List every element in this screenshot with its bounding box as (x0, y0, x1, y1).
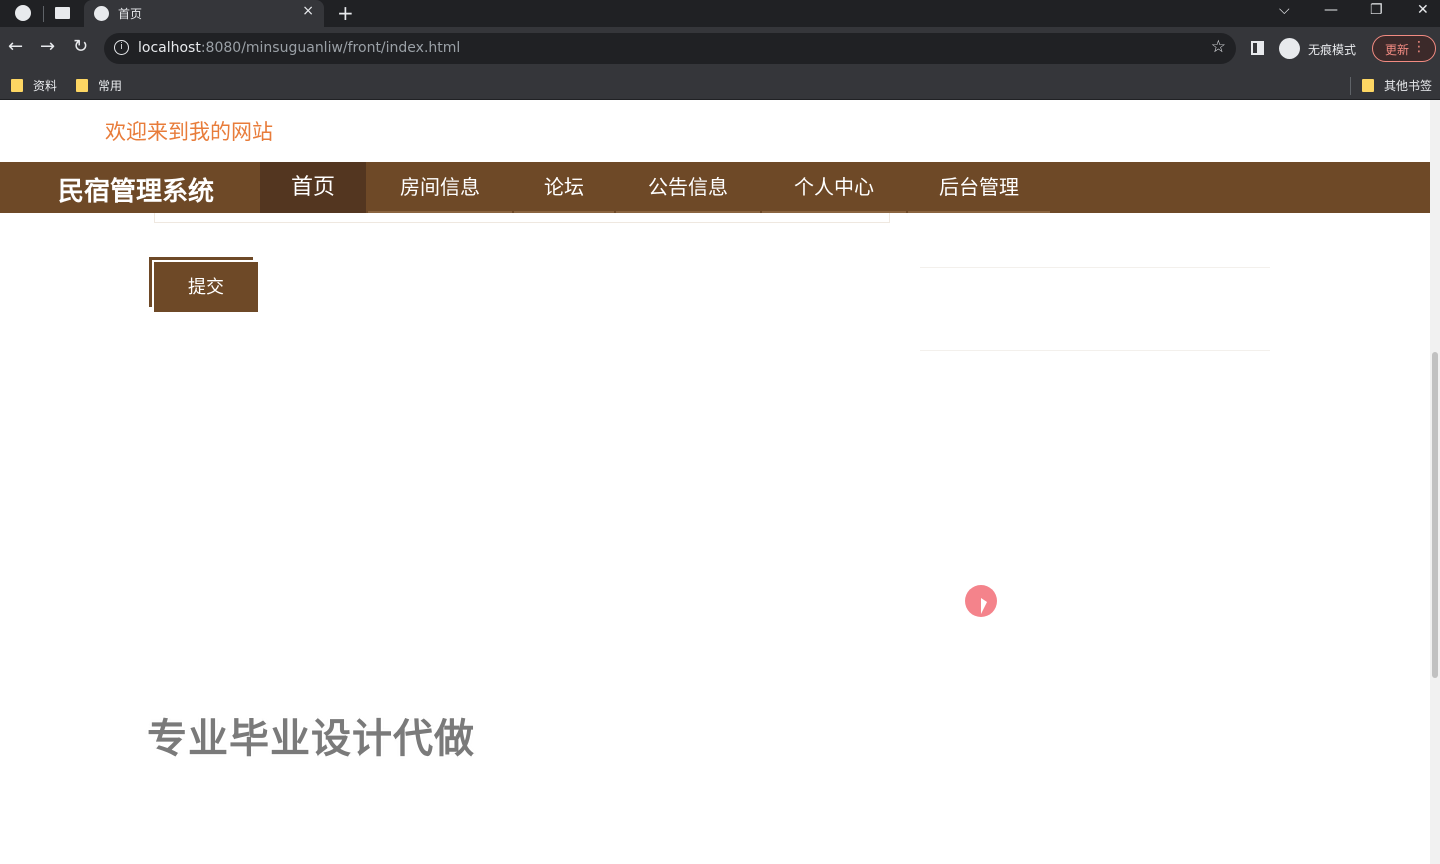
bookmarks-divider (1350, 77, 1351, 95)
bookmark-label: 其他书签 (1384, 79, 1433, 93)
folder-icon (11, 79, 23, 92)
folder-icon (1362, 79, 1374, 92)
page-viewport: 欢迎来到我的网站 民宿管理系统 首页 房间信息 论坛 公告信息 个人中心 后台管… (0, 100, 1440, 864)
nav-item-admin[interactable]: 后台管理 (908, 162, 1050, 213)
globe-icon[interactable] (15, 5, 31, 21)
incognito-label[interactable]: 无痕模式 (1308, 41, 1356, 58)
nav-item-profile[interactable]: 个人中心 (762, 162, 906, 213)
folder-icon (76, 79, 88, 92)
bookmark-label: 常用 (98, 79, 123, 93)
submit-button[interactable]: 提交 (154, 262, 258, 312)
restore-icon[interactable]: ❐ (1370, 2, 1383, 18)
forward-arrow-icon[interactable]: → (40, 36, 55, 57)
text-input-bottom-edge[interactable] (154, 213, 890, 223)
nav-item-home[interactable]: 首页 (260, 162, 366, 213)
site-brand[interactable]: 民宿管理系统 (58, 171, 214, 208)
divider-line (920, 267, 1270, 268)
menu-dots-icon: ⋮ (1412, 39, 1426, 55)
scrollbar-thumb[interactable] (1432, 352, 1438, 678)
tab-icon[interactable] (55, 7, 70, 19)
address-bar[interactable]: i localhost:8080/minsuguanliw/front/inde… (104, 33, 1236, 64)
active-tab[interactable]: 首页 × (84, 0, 324, 27)
info-icon[interactable]: i (114, 40, 129, 55)
incognito-icon[interactable] (1279, 38, 1300, 59)
minimize-icon[interactable]: — (1324, 2, 1338, 18)
browser-tab-strip: 首页 × + ⌵ — ❐ ✕ (0, 0, 1440, 27)
nav-item-forum[interactable]: 论坛 (514, 162, 614, 213)
main-navbar: 民宿管理系统 首页 房间信息 论坛 公告信息 个人中心 后台管理 (0, 162, 1430, 213)
browser-toolbar: ← → ↻ i localhost:8080/minsuguanliw/fron… (0, 27, 1440, 71)
bookmark-star-icon[interactable]: ☆ (1211, 37, 1226, 57)
url-text[interactable]: localhost:8080/minsuguanliw/front/index.… (138, 40, 460, 56)
side-panel-icon[interactable] (1251, 41, 1264, 55)
cursor-arrow-icon (981, 598, 987, 614)
divider-line (920, 350, 1270, 351)
update-button[interactable]: 更新 ⋮ (1372, 35, 1436, 62)
tab-divider (43, 6, 44, 22)
nav-item-announcements[interactable]: 公告信息 (616, 162, 760, 213)
new-tab-button[interactable]: + (337, 1, 354, 25)
reload-icon[interactable]: ↻ (73, 36, 88, 57)
bookmark-label: 资料 (33, 79, 58, 93)
page-scrollbar[interactable] (1430, 100, 1440, 864)
tab-title: 首页 (118, 7, 143, 21)
nav-item-rooms[interactable]: 房间信息 (368, 162, 512, 213)
close-window-icon[interactable]: ✕ (1417, 2, 1429, 18)
bookmarks-bar: 资料 常用 其他书签 (0, 71, 1440, 100)
back-arrow-icon[interactable]: ← (8, 36, 23, 57)
globe-icon (94, 6, 109, 21)
tab-search-icon[interactable]: ⌵ (1279, 2, 1290, 18)
welcome-text: 欢迎来到我的网站 (105, 120, 273, 144)
watermark-text: 专业毕业设计代做 (147, 716, 475, 762)
close-tab-icon[interactable]: × (302, 3, 314, 19)
update-label: 更新 (1385, 43, 1410, 57)
